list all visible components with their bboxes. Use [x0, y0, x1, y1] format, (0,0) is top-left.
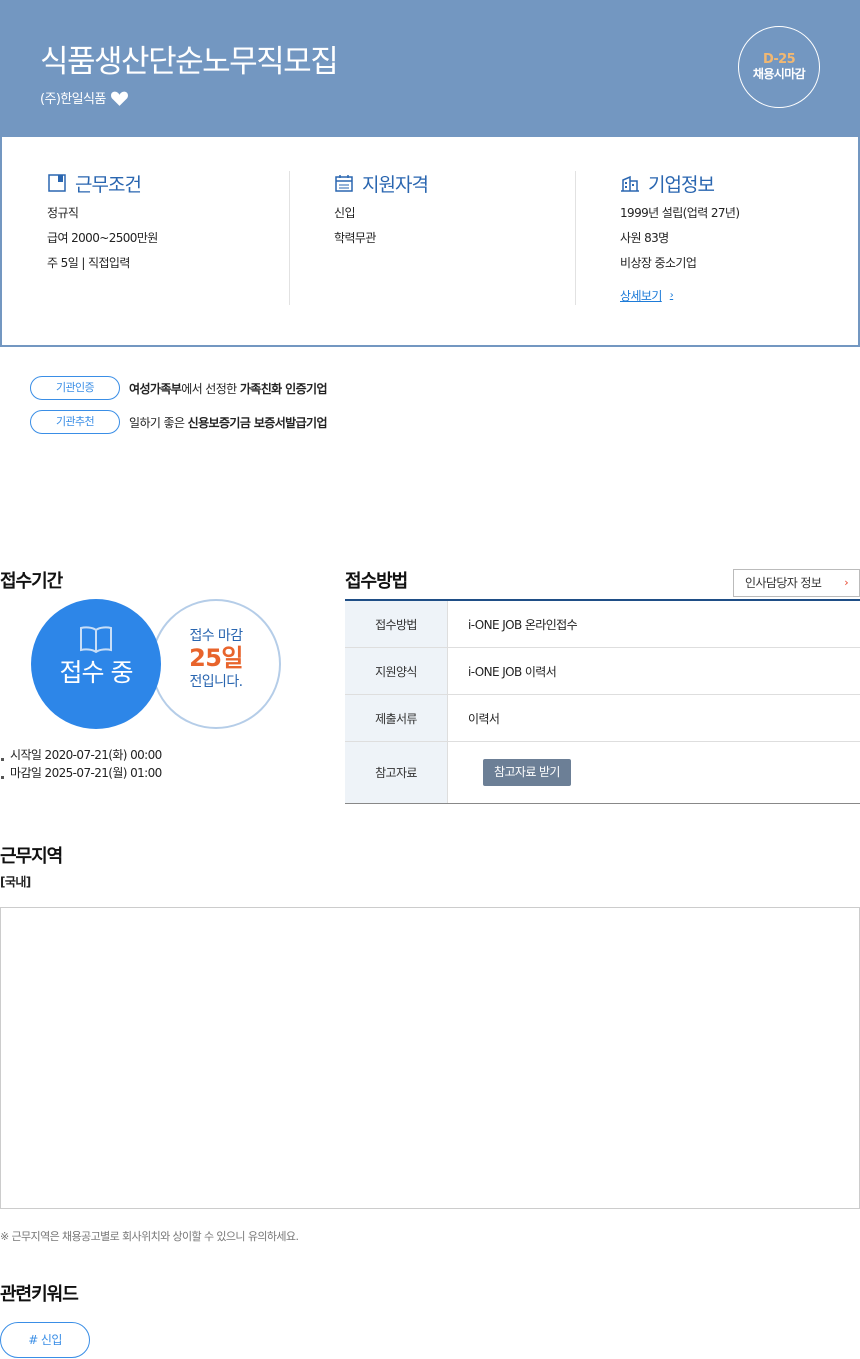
row-label: 접수방법	[345, 601, 448, 647]
conditions-column: 근무조건 정규직 급여 2000~2500만원 주 5일 | 직접입력	[47, 171, 289, 305]
company-detail-label: 상세보기	[620, 289, 662, 303]
qualification-item: 학력무관	[334, 231, 376, 245]
certification-tag: 기관추천	[30, 410, 120, 434]
company-info-item: 사원 83명	[620, 231, 669, 245]
reception-period-title: 접수기간	[0, 571, 63, 592]
row-value: i-ONE JOB 온라인접수	[468, 617, 578, 632]
table-row: 지원양식 i-ONE JOB 이력서	[345, 648, 860, 695]
certification-tag: 기관인증	[30, 376, 120, 400]
job-title: 식품생산단순노무직모집	[40, 44, 339, 80]
book-icon	[80, 626, 112, 653]
qualifications-column: 지원자격 신입 학력무관	[289, 171, 575, 305]
end-date: 마감일 2025-07-21(월) 01:00	[0, 764, 162, 782]
keywords-title: 관련키워드	[0, 1284, 79, 1305]
row-value: 참고자료 받기	[448, 742, 860, 803]
row-value: 이력서	[468, 711, 500, 726]
qualifications-title: 지원자격	[362, 173, 429, 196]
dday-badge: D-25 채용시마감	[738, 26, 820, 108]
deadline-circle: 접수 마감 25일 전입니다.	[151, 599, 281, 729]
work-region-map[interactable]	[0, 907, 860, 1209]
condition-item: 정규직	[47, 206, 79, 220]
heart-icon[interactable]	[110, 89, 129, 107]
hr-contact-button[interactable]: 인사담당자 정보 ›	[733, 569, 860, 597]
days-left: 25일	[189, 644, 243, 672]
application-table: 접수방법 i-ONE JOB 온라인접수 지원양식 i-ONE JOB 이력서 …	[345, 599, 860, 804]
reception-dates: 시작일 2020-07-21(화) 00:00 마감일 2025-07-21(월…	[0, 746, 162, 782]
company-info-item: 1999년 설립(업력 27년)	[620, 206, 740, 220]
company-name[interactable]: (주)한일식품	[40, 88, 106, 107]
company-detail-link[interactable]: 상세보기 ›	[620, 287, 674, 304]
chevron-right-icon: ›	[844, 576, 848, 589]
keyword-tag[interactable]: # 신입	[0, 1322, 90, 1358]
hr-contact-label: 인사담당자 정보	[745, 576, 822, 590]
table-row: 제출서류 이력서	[345, 695, 860, 742]
document-icon	[48, 174, 66, 192]
company-info-item: 비상장 중소기업	[620, 256, 697, 270]
job-header: 식품생산단순노무직모집 (주)한일식품 D-25 채용시마감	[0, 0, 860, 137]
condition-item: 급여 2000~2500만원	[47, 231, 158, 245]
row-label: 참고자료	[345, 742, 448, 803]
building-icon	[621, 175, 639, 192]
job-summary: 근무조건 정규직 급여 2000~2500만원 주 5일 | 직접입력 지원자격…	[0, 137, 860, 347]
reception-status: 접수 중	[59, 658, 134, 687]
certification-row: 기관인증 여성가족부에서 선정한 가족친화 인증기업	[30, 376, 328, 400]
table-row: 접수방법 i-ONE JOB 온라인접수	[345, 601, 860, 648]
condition-item: 주 5일 | 직접입력	[47, 256, 130, 270]
days-suffix: 전입니다.	[189, 674, 244, 690]
download-reference-button[interactable]: 참고자료 받기	[483, 759, 571, 786]
chevron-right-icon: ›	[669, 290, 674, 301]
work-region-type: [국내]	[0, 875, 31, 889]
work-region-note: ※ 근무지역은 채용공고별로 회사위치와 상이할 수 있으니 유의하세요.	[0, 1230, 299, 1243]
certification-text: 여성가족부에서 선정한 가족친화 인증기업	[129, 381, 328, 396]
row-label: 제출서류	[345, 695, 448, 741]
certification-text: 일하기 좋은 신용보증기금 보증서발급기업	[129, 415, 328, 430]
deadline-label: 접수 마감	[189, 628, 244, 644]
table-row: 참고자료 참고자료 받기	[345, 742, 860, 803]
row-value: i-ONE JOB 이력서	[468, 664, 557, 679]
company-info-title: 기업정보	[648, 173, 715, 196]
qualification-item: 신입	[334, 206, 355, 220]
application-method-title: 접수방법	[345, 571, 408, 592]
conditions-title: 근무조건	[75, 173, 142, 196]
company-info-column: 기업정보 1999년 설립(업력 27년) 사원 83명 비상장 중소기업 상세…	[575, 171, 860, 305]
dday-text: 채용시마감	[752, 67, 806, 81]
work-region-title: 근무지역	[0, 846, 63, 867]
row-label: 지원양식	[345, 648, 448, 694]
start-date: 시작일 2020-07-21(화) 00:00	[0, 746, 162, 764]
status-circle: 접수 중	[31, 599, 161, 729]
company-line: (주)한일식품	[40, 88, 129, 107]
certification-row: 기관추천 일하기 좋은 신용보증기금 보증서발급기업	[30, 410, 328, 434]
calendar-icon	[335, 175, 353, 192]
dday-count: D-25	[762, 52, 796, 67]
